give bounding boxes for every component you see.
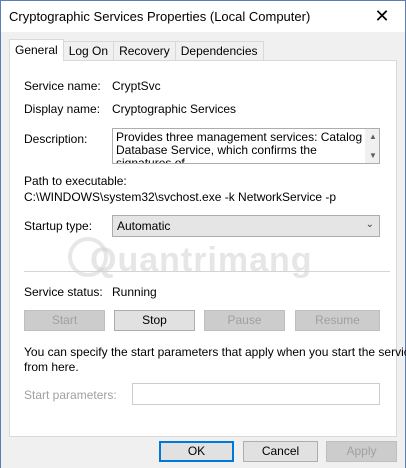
general-tab-panel: Quantrimang Service name: CryptSvc Displ…	[9, 60, 406, 437]
startup-type-select[interactable]: Automatic ⌄	[112, 215, 380, 237]
dialog-client: General Log On Recovery Dependencies Qua…	[1, 32, 406, 468]
start-params-input[interactable]	[132, 383, 380, 405]
close-icon: ✕	[374, 5, 390, 26]
window-title: Cryptographic Services Properties (Local…	[9, 9, 311, 24]
description-label: Description:	[24, 132, 88, 146]
watermark-text: Quantrimang	[90, 241, 313, 279]
service-status-value: Running	[112, 285, 157, 299]
start-params-info-line2: from here.	[24, 360, 79, 374]
description-scrollbar[interactable]: ▲ ▼	[365, 129, 379, 163]
tab-dependencies[interactable]: Dependencies	[174, 41, 264, 61]
chevron-down-icon: ⌄	[365, 219, 374, 230]
description-text: Provides three management services: Cata…	[116, 130, 363, 164]
resume-button[interactable]: Resume	[295, 310, 380, 331]
description-textbox[interactable]: Provides three management services: Cata…	[112, 128, 380, 164]
path-label: Path to executable:	[24, 174, 127, 188]
separator-line	[24, 271, 390, 272]
startup-type-value: Automatic	[117, 219, 171, 233]
apply-button[interactable]: Apply	[326, 441, 397, 462]
display-name-label: Display name:	[24, 102, 101, 116]
cancel-button[interactable]: Cancel	[243, 441, 318, 462]
start-button[interactable]: Start	[24, 310, 105, 331]
start-params-label: Start parameters:	[24, 388, 117, 402]
display-name-value: Cryptographic Services	[112, 102, 237, 116]
tab-strip: General Log On Recovery Dependencies	[9, 39, 264, 61]
ok-button[interactable]: OK	[159, 441, 234, 462]
properties-dialog: Cryptographic Services Properties (Local…	[0, 0, 406, 468]
title-bar: Cryptographic Services Properties (Local…	[1, 1, 405, 33]
close-button[interactable]: ✕	[359, 1, 405, 31]
service-name-label: Service name:	[24, 79, 101, 93]
path-value: C:\WINDOWS\system32\svchost.exe -k Netwo…	[24, 190, 337, 204]
tab-recovery[interactable]: Recovery	[113, 41, 176, 61]
start-params-info-line1: You can specify the start parameters tha…	[24, 345, 406, 359]
tab-general[interactable]: General	[9, 39, 64, 61]
scroll-down-icon[interactable]: ▼	[369, 152, 377, 160]
service-status-label: Service status:	[24, 285, 103, 299]
scroll-up-icon[interactable]: ▲	[369, 133, 377, 141]
startup-type-label: Startup type:	[24, 219, 93, 233]
service-name-value: CryptSvc	[112, 79, 161, 93]
pause-button[interactable]: Pause	[204, 310, 285, 331]
tab-log-on[interactable]: Log On	[62, 41, 115, 61]
stop-button[interactable]: Stop	[114, 310, 195, 331]
